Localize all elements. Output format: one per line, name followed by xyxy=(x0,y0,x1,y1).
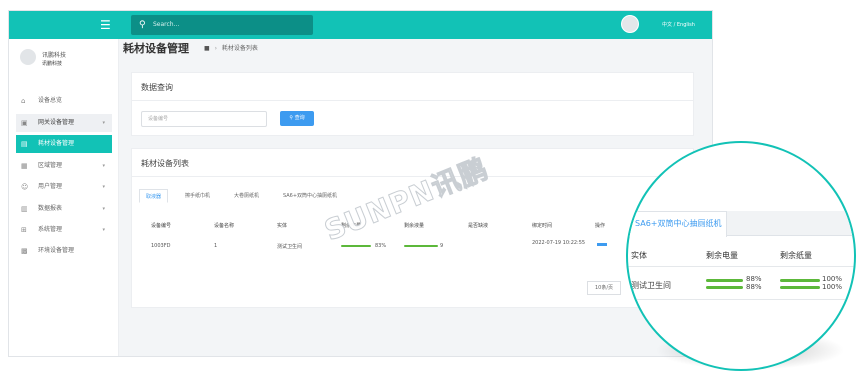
sidebar-item-environment[interactable]: ▩ 环境设备管理 xyxy=(16,242,112,260)
zoom-magnifier: SA6+双筒中心抽厕纸机 实体 剩余电量 剩余纸量 测试卫生间 88% 88% … xyxy=(626,141,856,371)
cell-entity: 测试卫生间 xyxy=(277,244,303,250)
menu-toggle-icon[interactable]: ☰ xyxy=(100,18,111,32)
zoom-paper-bar xyxy=(780,286,820,289)
device-icon: ▣ xyxy=(21,119,28,127)
chevron-down-icon: ▾ xyxy=(102,206,105,212)
sidebar-item-area[interactable]: ▦ 区域管理 ▾ xyxy=(16,157,112,175)
liquid-percent: 9 xyxy=(440,243,444,249)
column-header: 绑定时间 xyxy=(532,223,553,229)
search-placeholder: Search... xyxy=(153,21,180,28)
device-id-input[interactable]: 设备编号 xyxy=(141,111,267,127)
zoom-column-header: 剩余纸量 xyxy=(780,251,812,260)
sidebar-item-label: 耗材设备管理 xyxy=(38,140,75,147)
zoom-paper-percent: 100% xyxy=(822,283,843,291)
list-card-title: 耗材设备列表 xyxy=(141,159,189,168)
zoom-paper-bar xyxy=(780,279,820,282)
chart-icon: ▥ xyxy=(21,205,28,213)
page-title: 耗材设备管理 xyxy=(123,42,189,55)
sidebar-item-label: 区域管理 xyxy=(38,162,63,169)
sidebar-item-overview[interactable]: ⌂ 设备总览 xyxy=(16,92,112,110)
language-switch[interactable]: 中文 / English xyxy=(662,21,695,28)
page-size-select[interactable]: 10条/页 xyxy=(587,281,621,295)
sidebar-item-label: 系统管理 xyxy=(38,226,63,233)
area-icon: ▦ xyxy=(21,162,28,170)
column-header: 实体 xyxy=(277,223,288,229)
divider xyxy=(628,266,854,267)
column-header: 是否缺液 xyxy=(468,223,489,229)
zoom-column-header: 剩余电量 xyxy=(706,251,738,260)
sidebar-item-label: 数据报表 xyxy=(38,205,63,212)
box-icon: ▤ xyxy=(21,140,28,148)
tab-sa6-paper[interactable]: SA6+双筒中心抽厕纸机 xyxy=(277,189,343,203)
breadcrumb: ■ › 耗材设备列表 xyxy=(204,43,258,52)
search-input[interactable]: ⚲ Search... xyxy=(131,15,313,35)
column-header: 设备名称 xyxy=(214,223,235,229)
env-icon: ▩ xyxy=(21,247,28,255)
zoom-battery-bar xyxy=(706,286,743,289)
chevron-down-icon: ▾ xyxy=(102,184,105,190)
query-button[interactable]: ⚲ 查询 xyxy=(280,111,314,126)
query-button-label: 查询 xyxy=(294,115,305,121)
breadcrumb-separator: › xyxy=(214,45,217,52)
user-avatar xyxy=(20,49,36,65)
home-icon: ⌂ xyxy=(21,97,26,105)
query-card-title: 数据查询 xyxy=(141,83,173,92)
liquid-bar xyxy=(404,245,438,247)
zoom-cell-entity: 测试卫生间 xyxy=(631,281,671,290)
battery-percent: 83% xyxy=(375,243,387,249)
zoom-column-header: 实体 xyxy=(631,251,647,260)
brand-bar: ☰ xyxy=(9,11,119,39)
sidebar-item-label: 用户管理 xyxy=(38,183,63,190)
avatar[interactable] xyxy=(621,15,639,33)
search-icon: ⚲ xyxy=(139,20,146,30)
user-name: 讯鹏科技 xyxy=(42,52,67,59)
battery-bar xyxy=(341,245,371,247)
sidebar-item-consumables[interactable]: ▤ 耗材设备管理 xyxy=(16,135,112,153)
sidebar-item-label: 设备总览 xyxy=(38,97,63,104)
divider xyxy=(132,100,693,101)
sidebar-item-label: 环境设备管理 xyxy=(38,247,75,254)
sidebar: 讯鹏科技 讯鹏科技 ⌂ 设备总览 ▣ 网关设备管理 ▾ ▤ 耗材设备管理 ▦ 区… xyxy=(9,39,119,356)
chevron-down-icon: ▾ xyxy=(102,120,105,126)
edit-link[interactable] xyxy=(597,243,607,246)
tab-roll-paper[interactable]: 大卷厕纸机 xyxy=(228,189,265,203)
tab-dispenser[interactable]: 取液器 xyxy=(139,189,169,203)
chevron-down-icon: ▾ xyxy=(102,227,105,233)
column-header: 剩余液量 xyxy=(404,223,425,229)
cell-device-name: 1 xyxy=(214,243,218,249)
cell-device-id: 1003FD xyxy=(151,243,171,249)
sidebar-item-gateway[interactable]: ▣ 网关设备管理 ▾ xyxy=(16,114,112,132)
zoom-battery-percent: 88% xyxy=(746,275,762,283)
zoom-battery-bar xyxy=(706,279,743,282)
user-icon: ☺ xyxy=(21,183,29,191)
column-header: 设备编号 xyxy=(151,223,172,229)
cell-bind-time: 2022-07-19 10:22:55 xyxy=(532,240,586,246)
zoom-battery-percent: 88% xyxy=(746,283,762,291)
sidebar-item-reports[interactable]: ▥ 数据报表 ▾ xyxy=(16,200,112,218)
query-card: 数据查询 设备编号 ⚲ 查询 xyxy=(131,72,694,136)
breadcrumb-current: 耗材设备列表 xyxy=(221,45,258,52)
sidebar-item-system[interactable]: ⊞ 系统管理 ▾ xyxy=(16,221,112,239)
folder-icon: ■ xyxy=(204,45,210,52)
tab-hand-towel[interactable]: 擦手纸巾机 xyxy=(179,189,216,203)
sidebar-item-label: 网关设备管理 xyxy=(38,119,75,126)
grid-icon: ⊞ xyxy=(21,226,27,234)
user-role: 讯鹏科技 xyxy=(42,61,63,67)
divider xyxy=(628,299,854,300)
column-header: 操作 xyxy=(595,223,606,229)
zoom-tab-sa6[interactable]: SA6+双筒中心抽厕纸机 xyxy=(628,211,727,237)
sidebar-item-users[interactable]: ☺ 用户管理 ▾ xyxy=(16,178,112,196)
zoom-paper-percent: 100% xyxy=(822,275,843,283)
chevron-down-icon: ▾ xyxy=(102,163,105,169)
